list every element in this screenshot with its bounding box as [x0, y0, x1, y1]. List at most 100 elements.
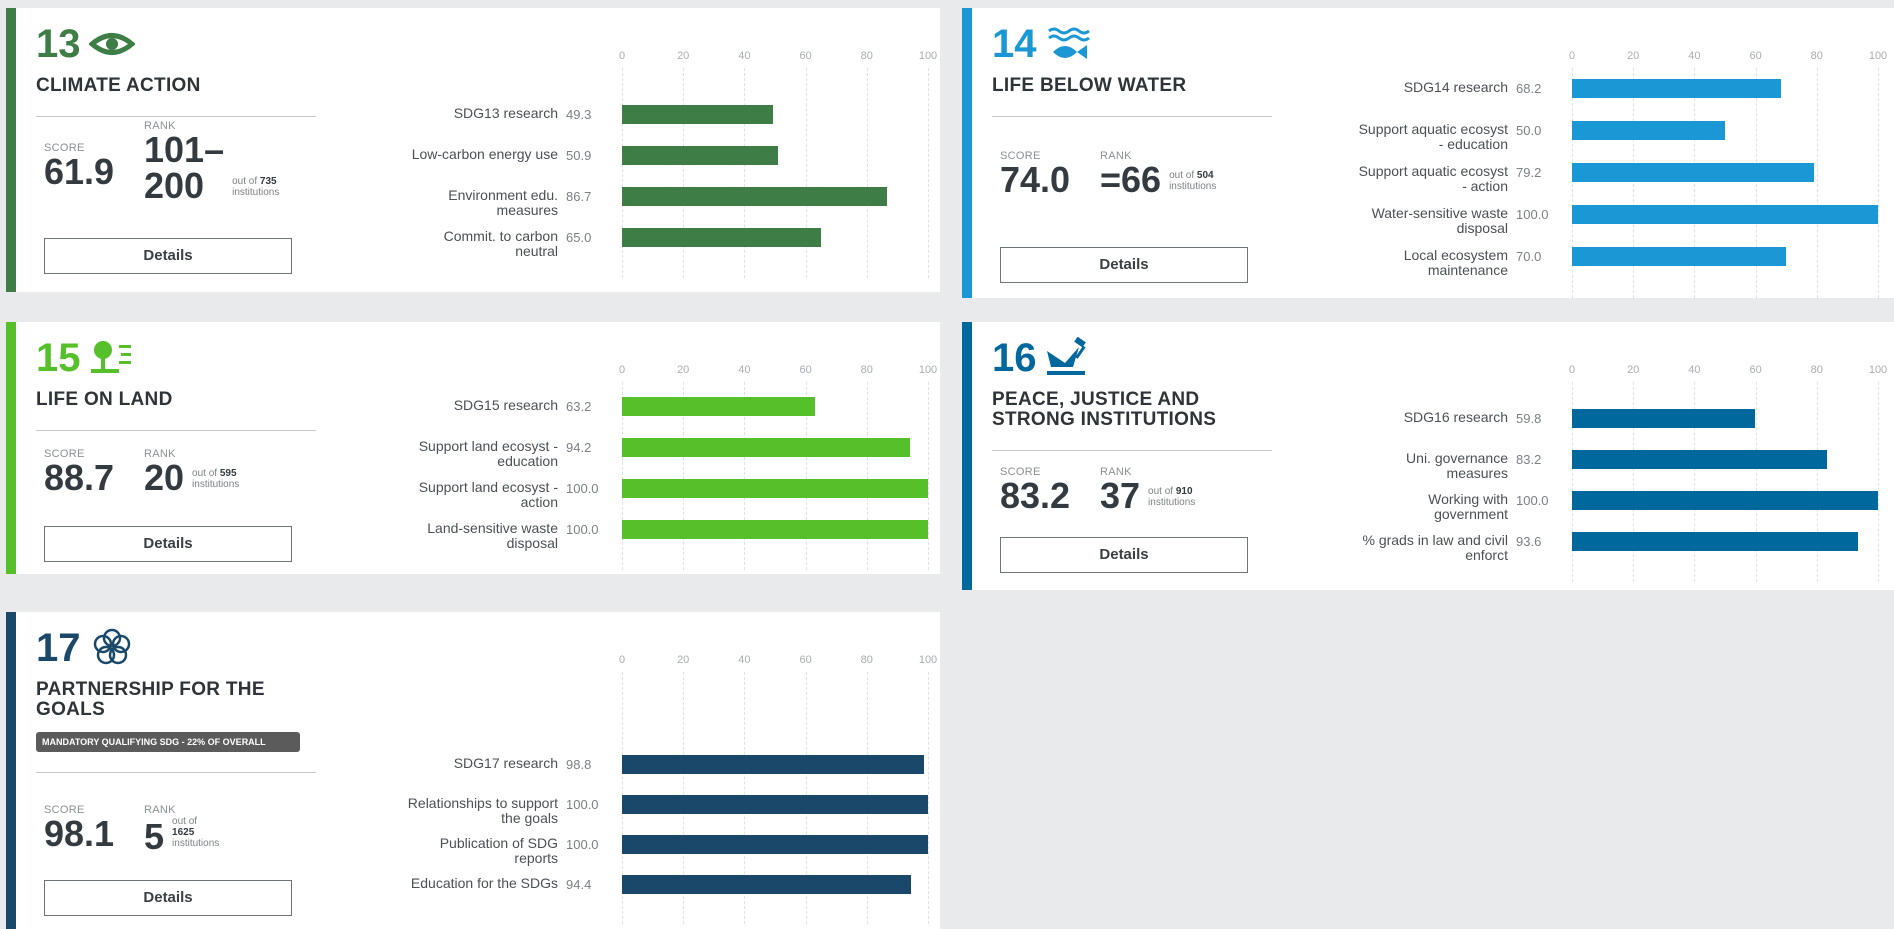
- axis-tick-label: 0: [618, 654, 626, 666]
- rank-column: RANK 37 out of 910 institutions: [1100, 466, 1195, 514]
- rank-wrap: 20 out of 595 institutions: [144, 460, 239, 496]
- score-value: 61.9: [44, 151, 115, 192]
- bar: [622, 520, 928, 539]
- bar-chart: 0 20 40 60 80 100 SDG14 research 68.2 Support aq…: [972, 50, 1894, 298]
- bar-label: SDG16 research: [1258, 410, 1508, 425]
- rank-value: 101– 200: [144, 132, 224, 204]
- bar-label-line: Publication of SDG: [439, 835, 558, 851]
- bar-label-line: Support aquatic ecosyst: [1358, 121, 1508, 137]
- sdg-title-line: PARTNERSHIP FOR THE: [36, 679, 265, 700]
- bar-value-label: 94.4: [566, 877, 592, 892]
- bar-label: SDG15 research: [338, 398, 558, 413]
- bar: [622, 875, 911, 894]
- rank-value-line: 200: [144, 165, 205, 206]
- bar-label: Uni. governance measures: [1258, 451, 1508, 481]
- bar-label-line: Support aquatic ecosyst: [1358, 163, 1508, 179]
- bar-label-line: neutral: [515, 243, 558, 259]
- out-of-line: out of 504: [1169, 170, 1216, 181]
- axis-tick-label: 80: [1810, 50, 1823, 62]
- bar-value-label: 100.0: [566, 837, 599, 852]
- card-header: 16 PEACE, JUSTICE AND STRONG INSTITUTIONS: [992, 336, 1292, 451]
- bar-label-line: Relationships to support: [407, 795, 558, 811]
- grid-line: [928, 68, 929, 278]
- sdg-card-17: 17 PARTNERSHIP FOR THE GOALS MANDATORY QUAL…: [6, 612, 940, 929]
- out-of-text: out of 735 institutions: [232, 176, 279, 198]
- out-of-line: out of 735: [232, 176, 279, 187]
- sdg-number: 13: [36, 22, 81, 66]
- bar-label-line: the goals: [501, 810, 558, 826]
- bar-label: % grads in law and civil enforct: [1258, 533, 1508, 563]
- dove-gavel-icon: [1045, 336, 1091, 379]
- sdg-title-line: LIFE ON LAND: [36, 389, 173, 410]
- details-button[interactable]: Details: [1000, 537, 1248, 573]
- header-divider: [992, 450, 1272, 451]
- axis-tick-label: 80: [860, 364, 873, 376]
- bar-label-line: SDG14 research: [1403, 79, 1508, 95]
- grid-line: [866, 68, 868, 278]
- bar-label: Support land ecosyst - action: [338, 480, 558, 510]
- bar-label: Education for the SDGs: [338, 876, 558, 891]
- grid-line: [1816, 68, 1818, 298]
- axis-tick-label: 0: [618, 50, 626, 62]
- bar-value-label: 86.7: [566, 189, 592, 204]
- sdg-title: CLIMATE ACTION: [36, 76, 336, 96]
- details-button[interactable]: Details: [44, 526, 292, 562]
- institutions-label: institutions: [192, 479, 240, 490]
- bar-label: Support aquatic ecosyst - education: [1258, 122, 1508, 152]
- institutions-label: institutions: [232, 187, 280, 198]
- bar: [1572, 532, 1859, 551]
- bar-value-label: 50.0: [1516, 123, 1542, 138]
- bar-value-label: 94.2: [566, 440, 592, 455]
- details-button[interactable]: Details: [44, 880, 292, 916]
- sdg-title: PEACE, JUSTICE AND STRONG INSTITUTIONS: [992, 390, 1292, 430]
- bar-value-label: 65.0: [566, 230, 592, 245]
- out-of-text: out of 595 institutions: [192, 468, 239, 490]
- sdg-number: 14: [992, 22, 1037, 66]
- grid-line: [928, 672, 929, 924]
- card-header: 17 PARTNERSHIP FOR THE GOALS MANDATORY QUAL…: [36, 626, 336, 773]
- institution-count: 595: [219, 468, 237, 479]
- bar-label: Environment edu. measures: [338, 188, 558, 218]
- axis-tick-label: 40: [738, 50, 751, 62]
- bar-label: Support aquatic ecosyst - action: [1258, 164, 1508, 194]
- bar-value-label: 50.9: [566, 148, 592, 163]
- fish-icon: [1045, 23, 1091, 65]
- mandatory-badge: MANDATORY QUALIFYING SDG - 22% OF OVERAL…: [36, 732, 300, 752]
- bar: [622, 438, 911, 457]
- bar-label-line: - action: [1462, 178, 1508, 194]
- rank-value-line: 101–: [144, 129, 225, 170]
- card-header: 14 LIFE BELOW WATER: [992, 22, 1292, 117]
- bar-label: Water-sensitive waste disposal: [1258, 206, 1508, 236]
- sdg-card-13: 13 CLIMATE ACTION SCORE 61.9 RANK 101– 200 out …: [6, 8, 940, 292]
- grid-line: [866, 382, 868, 570]
- bar-label: Working with government: [1258, 492, 1508, 522]
- bar-label: SDG14 research: [1258, 80, 1508, 95]
- bar-value-label: 100.0: [566, 522, 599, 537]
- bar-label-line: Environment edu.: [448, 187, 558, 203]
- axis-tick-label: 100: [918, 50, 938, 62]
- bar: [1572, 409, 1755, 428]
- bar-label-line: disposal: [506, 535, 558, 551]
- axis-tick-label: 40: [1688, 364, 1701, 376]
- bar-label: Publication of SDG reports: [338, 836, 558, 866]
- axis-tick-label: 20: [677, 364, 690, 376]
- sdg-number: 15: [36, 336, 81, 380]
- card-header: 13 CLIMATE ACTION: [36, 22, 336, 117]
- axis-tick-label: 40: [1688, 50, 1701, 62]
- details-button[interactable]: Details: [1000, 247, 1248, 283]
- bar: [622, 187, 888, 206]
- card-header: 15 LIFE ON LAND: [36, 336, 336, 431]
- bar-label-line: SDG13 research: [453, 105, 558, 121]
- bar-label: Local ecosystem maintenance: [1258, 248, 1508, 278]
- out-of-label: out of: [192, 468, 218, 479]
- rank-value-line: 5: [144, 816, 165, 857]
- grid-line: [1816, 382, 1818, 582]
- institutions-label: institutions: [1148, 497, 1196, 508]
- score-column: SCORE 88.7: [44, 448, 114, 496]
- rank-wrap: =66 out of 504 institutions: [1100, 162, 1216, 198]
- bar-value-label: 100.0: [1516, 207, 1549, 222]
- details-button[interactable]: Details: [44, 238, 292, 274]
- score-value: 88.7: [44, 457, 115, 498]
- out-of-label: out of: [172, 816, 198, 827]
- axis-tick-label: 60: [1749, 364, 1762, 376]
